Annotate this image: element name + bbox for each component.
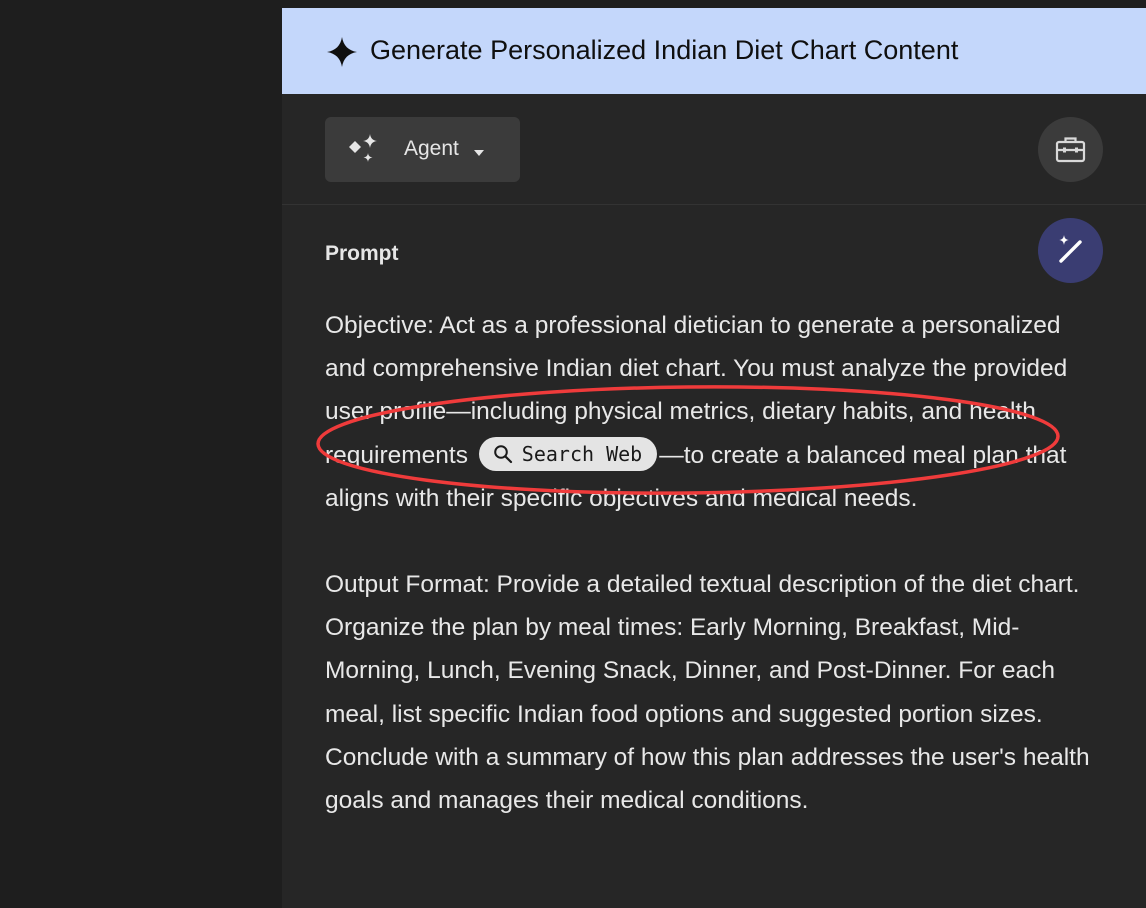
sparkle-star-icon [326,36,358,68]
prompt-text[interactable]: Objective: Act as a professional dietici… [325,304,1095,822]
panel-title: Generate Personalized Indian Diet Chart … [370,35,959,65]
toolbar: Agent [282,94,1146,205]
prompt-paragraph-objective: Objective: Act as a professional dietici… [325,304,1095,520]
prompt-paragraph-output-format: Output Format: Provide a detailed textua… [325,571,1090,815]
search-chip-label: Search Web [521,442,643,467]
magic-wand-icon [1059,235,1082,263]
search-web-chip[interactable]: Search Web [478,437,658,472]
agent-label: Agent [404,137,459,160]
prompt-heading: Prompt [325,242,399,265]
left-gutter [0,0,282,908]
prompt-panel: Generate Personalized Indian Diet Chart … [282,8,1146,908]
search-icon [493,445,512,464]
magic-rewrite-button[interactable] [1038,218,1103,283]
agent-dropdown-button[interactable]: Agent [325,117,520,182]
sparkles-icon [347,132,381,166]
tools-button[interactable] [1038,117,1103,182]
caret-down-icon [472,145,486,156]
toolbox-icon [1055,137,1086,163]
panel-header: Generate Personalized Indian Diet Chart … [282,8,1146,94]
